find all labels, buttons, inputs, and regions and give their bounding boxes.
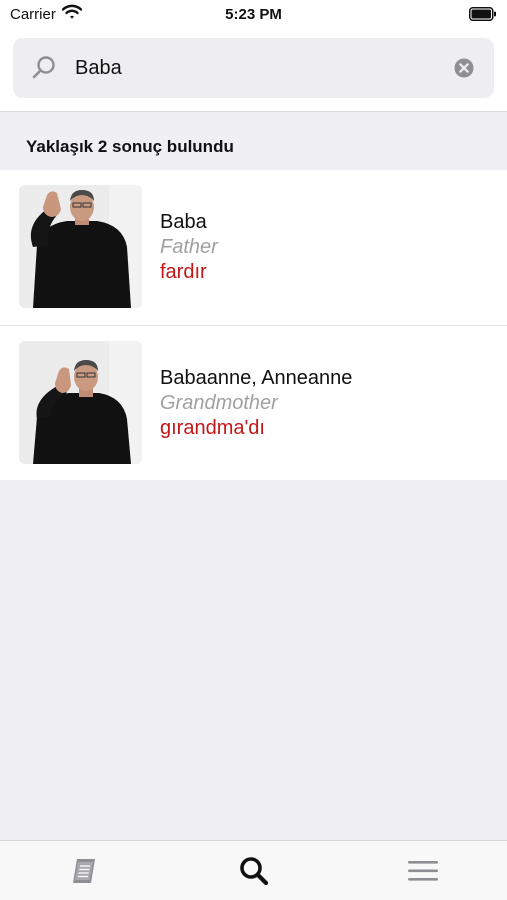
battery-icon — [469, 7, 497, 26]
result-count: Yaklaşık 2 sonuç bulundu — [26, 137, 234, 156]
search-icon — [31, 55, 57, 86]
search-header — [0, 28, 507, 112]
tab-dictionary[interactable] — [0, 841, 169, 900]
sign-video-thumbnail — [19, 341, 142, 464]
clear-search-icon[interactable] — [454, 58, 474, 83]
status-time: 5:23 PM — [225, 6, 282, 23]
result-translation: Father — [160, 236, 218, 258]
results-list: Baba Father fardır Babaanne, Anneanne Gr… — [0, 170, 507, 480]
status-bar: Carrier 5:23 PM — [0, 0, 507, 28]
list-item[interactable]: Babaanne, Anneanne Grandmother gırandma'… — [0, 325, 507, 480]
tab-menu[interactable] — [338, 841, 507, 900]
result-pronunciation: gırandma'dı — [160, 417, 265, 439]
result-term: Baba — [160, 211, 207, 233]
search-bar[interactable] — [13, 38, 494, 98]
result-translation: Grandmother — [160, 392, 278, 414]
sign-video-thumbnail — [19, 185, 142, 308]
tab-search[interactable] — [169, 841, 338, 900]
result-term: Babaanne, Anneanne — [160, 367, 353, 389]
result-pronunciation: fardır — [160, 261, 207, 283]
list-item[interactable]: Baba Father fardır — [0, 170, 507, 325]
search-input[interactable] — [75, 50, 445, 86]
tab-bar — [0, 840, 507, 900]
